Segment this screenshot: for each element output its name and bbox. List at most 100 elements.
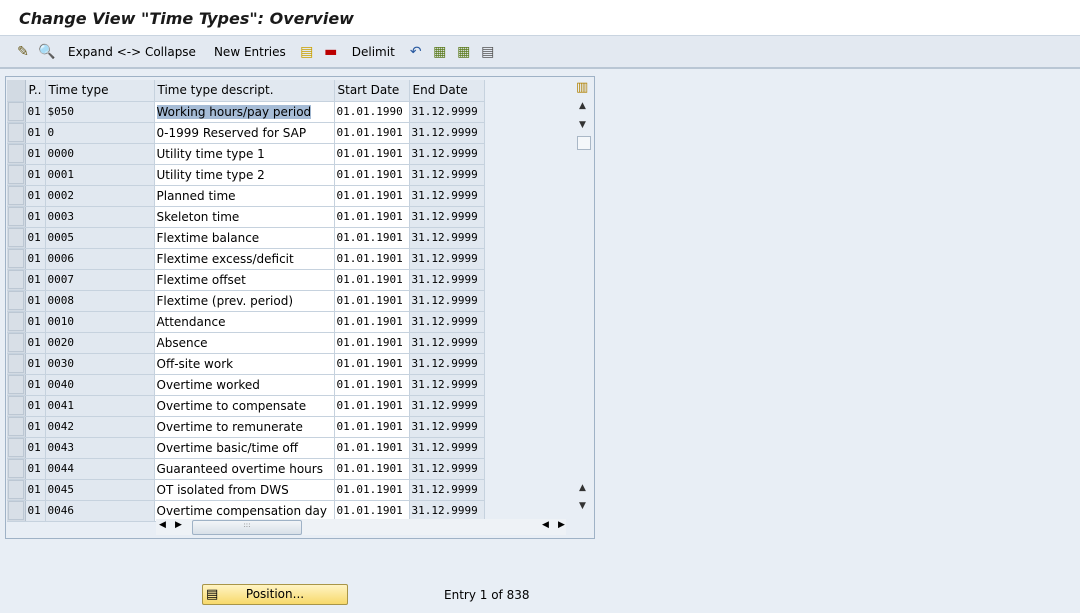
cell-end-date[interactable]: 31.12.9999 — [409, 227, 485, 249]
scroll-up-bottom-icon[interactable]: ▲ — [579, 483, 586, 493]
row-selector[interactable] — [7, 269, 26, 291]
find-icon[interactable]: 🔍 — [38, 43, 56, 61]
cell-description[interactable]: Flextime offset — [154, 269, 335, 291]
row-selector[interactable] — [7, 206, 26, 228]
row-selector[interactable] — [7, 143, 26, 165]
cell-end-date[interactable]: 31.12.9999 — [409, 458, 485, 480]
position-button[interactable]: ▤ Position... — [202, 584, 348, 605]
col-header-time-type[interactable]: Time type — [45, 80, 155, 102]
scroll-up-icon[interactable]: ▲ — [579, 101, 586, 111]
cell-description[interactable]: Utility time type 1 — [154, 143, 335, 165]
cell-end-date[interactable]: 31.12.9999 — [409, 437, 485, 459]
cell-start-date[interactable]: 01.01.1901 — [334, 311, 410, 333]
cell-end-date[interactable]: 31.12.9999 — [409, 374, 485, 396]
new-entries-button[interactable]: New Entries — [208, 45, 292, 59]
col-header-end-date[interactable]: End Date — [409, 80, 485, 102]
cell-start-date[interactable]: 01.01.1901 — [334, 143, 410, 165]
col-header-p[interactable]: P.. — [25, 80, 46, 102]
deselect-all-icon[interactable]: ▤ — [479, 43, 497, 61]
row-selector[interactable] — [7, 353, 26, 375]
cell-description[interactable]: Skeleton time — [154, 206, 335, 228]
select-all-column[interactable] — [7, 80, 26, 102]
cell-description[interactable]: Overtime basic/time off — [154, 437, 335, 459]
scroll-left-icon[interactable]: ◀ — [159, 520, 166, 530]
display-change-icon[interactable]: ✎ — [14, 43, 32, 61]
cell-description[interactable]: Working hours/pay period — [154, 101, 335, 123]
cell-description[interactable]: Flextime (prev. period) — [154, 290, 335, 312]
row-selector[interactable] — [7, 311, 26, 333]
column-settings-icon[interactable]: ▥ — [576, 80, 588, 95]
col-header-start-date[interactable]: Start Date — [334, 80, 410, 102]
cell-end-date[interactable]: 31.12.9999 — [409, 353, 485, 375]
cell-description[interactable]: Overtime compensation day — [154, 500, 335, 522]
delimit-button[interactable]: Delimit — [346, 45, 401, 59]
row-selector[interactable] — [7, 374, 26, 396]
cell-start-date[interactable]: 01.01.1901 — [334, 185, 410, 207]
cell-start-date[interactable]: 01.01.1901 — [334, 206, 410, 228]
cell-start-date[interactable]: 01.01.1901 — [334, 248, 410, 270]
horizontal-scroll-thumb[interactable]: ::: — [192, 520, 302, 535]
cell-description[interactable]: Guaranteed overtime hours — [154, 458, 335, 480]
cell-start-date[interactable]: 01.01.1901 — [334, 164, 410, 186]
undo-icon[interactable]: ↶ — [407, 43, 425, 61]
cell-start-date[interactable]: 01.01.1901 — [334, 353, 410, 375]
cell-start-date[interactable]: 01.01.1901 — [334, 500, 410, 522]
cell-start-date[interactable]: 01.01.1901 — [334, 437, 410, 459]
cell-description[interactable]: Flextime balance — [154, 227, 335, 249]
row-selector[interactable] — [7, 479, 26, 501]
row-selector[interactable] — [7, 290, 26, 312]
row-selector[interactable] — [7, 332, 26, 354]
row-selector[interactable] — [7, 416, 26, 438]
cell-start-date[interactable]: 01.01.1901 — [334, 332, 410, 354]
cell-start-date[interactable]: 01.01.1901 — [334, 395, 410, 417]
cell-start-date[interactable]: 01.01.1901 — [334, 122, 410, 144]
cell-end-date[interactable]: 31.12.9999 — [409, 395, 485, 417]
cell-description[interactable]: Utility time type 2 — [154, 164, 335, 186]
cell-description[interactable]: OT isolated from DWS — [154, 479, 335, 501]
cell-end-date[interactable]: 31.12.9999 — [409, 248, 485, 270]
cell-end-date[interactable]: 31.12.9999 — [409, 101, 485, 123]
cell-start-date[interactable]: 01.01.1901 — [334, 290, 410, 312]
row-selector[interactable] — [7, 248, 26, 270]
cell-end-date[interactable]: 31.12.9999 — [409, 164, 485, 186]
cell-description[interactable]: Attendance — [154, 311, 335, 333]
row-selector[interactable] — [7, 227, 26, 249]
scroll-right-end-icon[interactable]: ▶ — [558, 520, 565, 530]
copy-icon[interactable]: ▤ — [298, 43, 316, 61]
cell-end-date[interactable]: 31.12.9999 — [409, 416, 485, 438]
cell-end-date[interactable]: 31.12.9999 — [409, 143, 485, 165]
cell-end-date[interactable]: 31.12.9999 — [409, 332, 485, 354]
cell-end-date[interactable]: 31.12.9999 — [409, 122, 485, 144]
vertical-scroll-thumb[interactable] — [577, 136, 591, 150]
row-selector[interactable] — [7, 164, 26, 186]
cell-end-date[interactable]: 31.12.9999 — [409, 290, 485, 312]
scroll-down-bottom-icon[interactable]: ▼ — [579, 501, 586, 511]
expand-collapse-button[interactable]: Expand <-> Collapse — [62, 45, 202, 59]
cell-end-date[interactable]: 31.12.9999 — [409, 269, 485, 291]
row-selector[interactable] — [7, 458, 26, 480]
cell-description[interactable]: 0-1999 Reserved for SAP — [154, 122, 335, 144]
scroll-right-icon[interactable]: ▶ — [175, 520, 182, 530]
scroll-down-icon[interactable]: ▼ — [579, 120, 586, 130]
cell-start-date[interactable]: 01.01.1901 — [334, 416, 410, 438]
cell-start-date[interactable]: 01.01.1901 — [334, 269, 410, 291]
delete-icon[interactable]: ▬ — [322, 43, 340, 61]
cell-start-date[interactable]: 01.01.1990 — [334, 101, 410, 123]
cell-description[interactable]: Off-site work — [154, 353, 335, 375]
cell-start-date[interactable]: 01.01.1901 — [334, 227, 410, 249]
cell-end-date[interactable]: 31.12.9999 — [409, 479, 485, 501]
cell-description[interactable]: Planned time — [154, 185, 335, 207]
cell-end-date[interactable]: 31.12.9999 — [409, 206, 485, 228]
cell-start-date[interactable]: 01.01.1901 — [334, 458, 410, 480]
cell-description[interactable]: Absence — [154, 332, 335, 354]
select-block-icon[interactable]: ▦ — [455, 43, 473, 61]
cell-end-date[interactable]: 31.12.9999 — [409, 500, 485, 522]
cell-end-date[interactable]: 31.12.9999 — [409, 185, 485, 207]
cell-description[interactable]: Overtime to compensate — [154, 395, 335, 417]
row-selector[interactable] — [7, 500, 26, 522]
scroll-left-end-icon[interactable]: ◀ — [542, 520, 549, 530]
horizontal-scrollbar[interactable]: ◀ ▶ ::: ◀ ▶ — [156, 519, 566, 535]
select-all-icon[interactable]: ▦ — [431, 43, 449, 61]
cell-start-date[interactable]: 01.01.1901 — [334, 479, 410, 501]
cell-start-date[interactable]: 01.01.1901 — [334, 374, 410, 396]
